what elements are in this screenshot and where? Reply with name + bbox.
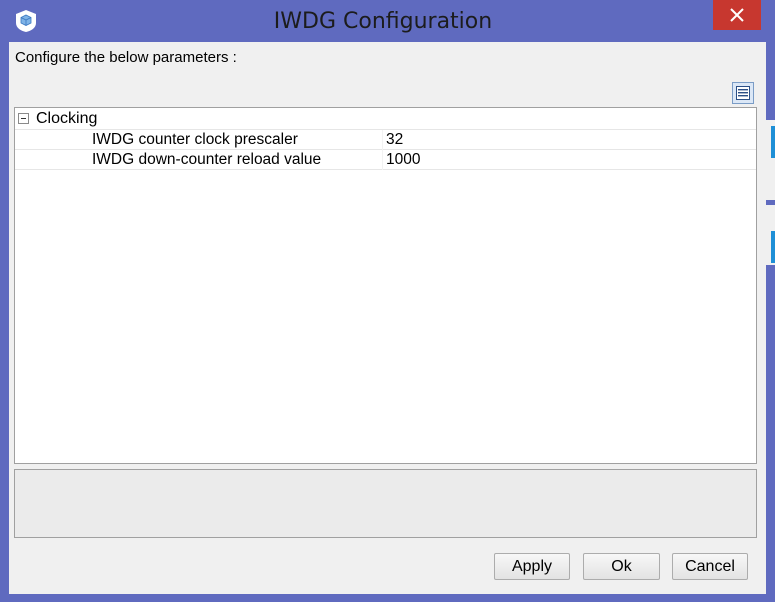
param-row-reload[interactable]: IWDG down-counter reload value 1000: [15, 150, 756, 170]
group-label: Clocking: [36, 110, 98, 127]
dialog-heading: Configure the below parameters :: [15, 49, 237, 66]
description-panel: [14, 469, 757, 538]
cancel-button[interactable]: Cancel: [672, 553, 748, 580]
background-window-fragment: [766, 120, 775, 200]
ok-button[interactable]: Ok: [583, 553, 660, 580]
tree-group-clocking[interactable]: Clocking: [15, 108, 756, 130]
close-button[interactable]: [713, 0, 761, 30]
column-divider: [382, 130, 383, 170]
collapse-icon[interactable]: [18, 113, 29, 124]
param-name: IWDG counter clock prescaler: [92, 131, 298, 148]
param-value-field[interactable]: 1000: [386, 151, 746, 169]
param-value-field[interactable]: 32: [386, 131, 746, 149]
close-icon: [730, 8, 744, 22]
apply-button[interactable]: Apply: [494, 553, 570, 580]
list-view-icon: [736, 86, 750, 100]
window-title: IWDG Configuration: [273, 9, 493, 34]
toggle-view-button[interactable]: [732, 82, 754, 104]
param-row-prescaler[interactable]: IWDG counter clock prescaler 32: [15, 130, 756, 150]
title-bar[interactable]: IWDG Configuration: [0, 0, 766, 42]
dialog-body: Configure the below parameters : Clockin…: [9, 42, 766, 594]
param-name: IWDG down-counter reload value: [92, 151, 322, 168]
parameter-tree[interactable]: Clocking IWDG counter clock prescaler 32…: [14, 107, 757, 464]
dialog-window: IWDG Configuration Configure the below p…: [0, 0, 775, 602]
background-window-fragment: [766, 205, 775, 265]
